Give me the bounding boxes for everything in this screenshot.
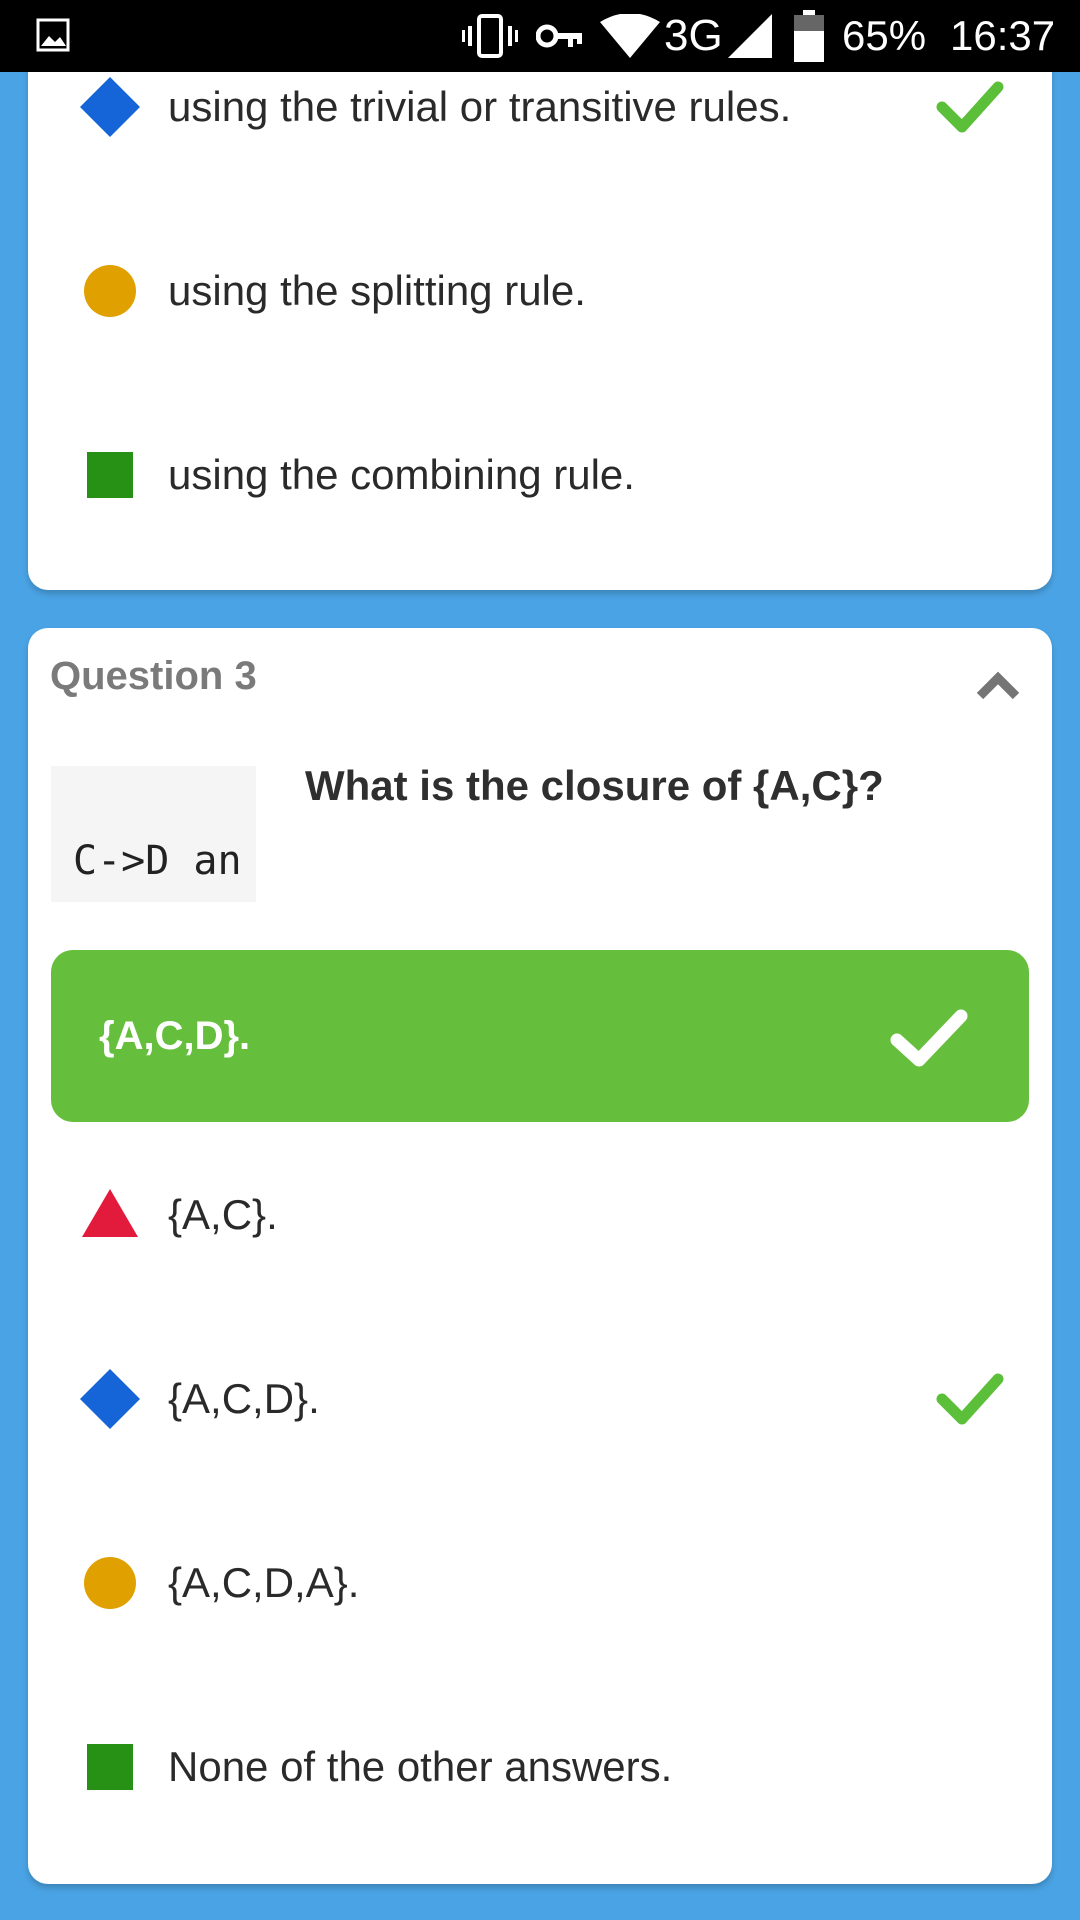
answer-option[interactable]: {A,C}. bbox=[28, 1155, 1052, 1275]
answer-option-label: {A,C,D}. bbox=[168, 1375, 320, 1422]
code-snippet-text: C->D an bbox=[73, 838, 242, 884]
question-code-snippet: C->D an bbox=[51, 766, 256, 902]
triangle-icon bbox=[82, 1189, 138, 1237]
answer-option[interactable]: None of the other answers. bbox=[28, 1707, 1052, 1827]
network-type: 3G bbox=[664, 11, 723, 60]
answer-option[interactable]: {A,C,D,A}. bbox=[28, 1523, 1052, 1643]
correct-check-icon bbox=[936, 81, 1004, 133]
correct-check-icon bbox=[936, 1373, 1004, 1425]
answer-option-label: None of the other answers. bbox=[168, 1743, 673, 1790]
chevron-up-icon[interactable] bbox=[972, 664, 1024, 704]
gallery-icon bbox=[36, 18, 70, 52]
app-screen: 3G 65% 16:37 using the trivial or transi… bbox=[0, 0, 1080, 1920]
battery-icon bbox=[794, 0, 824, 72]
status-bar: 3G 65% 16:37 bbox=[0, 0, 1080, 72]
correct-answer-banner: {A,C,D}. bbox=[51, 950, 1029, 1122]
vpn-key-icon bbox=[536, 0, 584, 72]
question-text: What is the closure of {A,C}? bbox=[305, 762, 884, 809]
battery-percent: 65% bbox=[842, 12, 927, 59]
square-icon bbox=[87, 1744, 133, 1790]
square-icon bbox=[87, 452, 133, 498]
answer-option[interactable]: using the combining rule. bbox=[28, 415, 1052, 535]
signal-icon bbox=[728, 0, 772, 72]
wifi-icon bbox=[600, 0, 660, 72]
question-card-previous: using the trivial or transitive rules. u… bbox=[28, 0, 1052, 590]
vibrate-icon bbox=[462, 0, 518, 72]
clock: 16:37 bbox=[950, 12, 1056, 59]
diamond-icon bbox=[80, 77, 140, 137]
answer-option-label: {A,C,D,A}. bbox=[168, 1559, 360, 1606]
answer-option[interactable]: using the splitting rule. bbox=[28, 231, 1052, 351]
answer-option[interactable]: {A,C,D}. bbox=[28, 1339, 1052, 1459]
answer-option-label: {A,C}. bbox=[168, 1191, 278, 1238]
circle-icon bbox=[84, 1557, 136, 1609]
question-card-3: Question 3 C->D an What is the closure o… bbox=[28, 628, 1052, 1884]
correct-answer-label: {A,C,D}. bbox=[99, 1014, 251, 1058]
question-title: Question 3 bbox=[50, 654, 257, 698]
diamond-icon bbox=[80, 1369, 140, 1429]
answer-option-label: using the combining rule. bbox=[168, 451, 635, 498]
circle-icon bbox=[84, 265, 136, 317]
answer-option-label: using the splitting rule. bbox=[168, 267, 586, 314]
check-icon bbox=[890, 1009, 968, 1067]
